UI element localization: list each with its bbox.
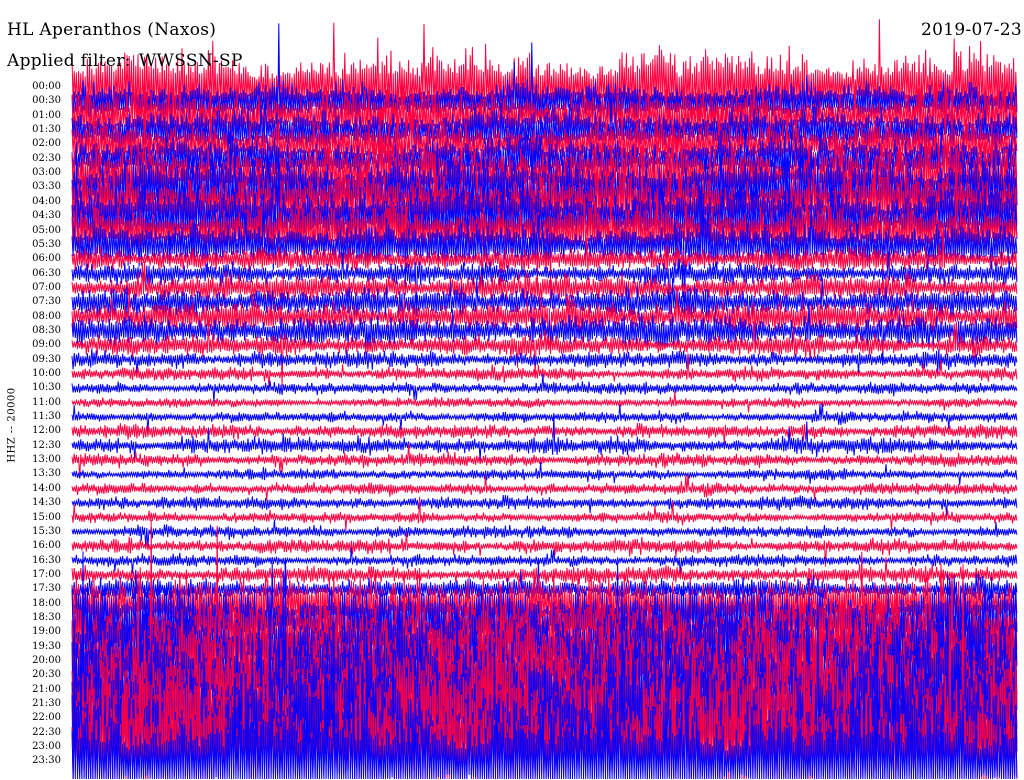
- time-tick-label: 18:30: [32, 611, 61, 623]
- time-tick-label: 20:00: [32, 655, 61, 666]
- time-tick-label: 00:00: [32, 81, 61, 92]
- time-tick-label: 10:30: [32, 382, 61, 394]
- time-tick-label: 13:30: [32, 468, 61, 480]
- time-tick-label: 18:00: [32, 597, 61, 609]
- seismogram-plot: [71, 19, 1018, 780]
- time-tick-label: 14:30: [32, 497, 61, 509]
- time-tick-label: 04:30: [32, 210, 61, 222]
- time-tick-label: 14:00: [32, 482, 61, 494]
- time-tick-label: 05:30: [32, 238, 61, 250]
- trace-line-1330: [71, 461, 1018, 485]
- time-tick-label: 15:30: [32, 525, 61, 537]
- time-tick-label: 13:00: [32, 454, 61, 466]
- time-tick-label: 07:30: [32, 296, 61, 308]
- time-tick-label: 01:30: [32, 124, 61, 136]
- time-tick-label: 07:00: [32, 281, 61, 293]
- time-tick-label: 17:30: [32, 583, 61, 595]
- time-tick-label: 02:30: [32, 152, 61, 164]
- time-tick-label: 19:30: [32, 640, 61, 652]
- time-tick-label: 23:30: [32, 755, 61, 767]
- time-tick-label: 12:30: [32, 439, 61, 451]
- record-date: 2019-07-23: [920, 20, 1022, 40]
- trace-line-1400: [71, 474, 1018, 501]
- trace-line-1430: [71, 495, 1018, 516]
- time-tick-label: 11:30: [32, 411, 61, 423]
- helicorder-view: HL Aperanthos (Naxos) Applied filter: WWS…: [0, 0, 1024, 780]
- time-tick-label: 21:00: [32, 683, 61, 695]
- time-tick-label: 08:00: [32, 310, 61, 322]
- time-tick-label: 08:30: [32, 324, 61, 336]
- time-tick-label: 19:00: [32, 626, 61, 638]
- time-tick-label: 20:30: [32, 669, 61, 681]
- time-tick-label: 06:00: [32, 253, 61, 265]
- time-tick-label: 23:00: [32, 741, 61, 753]
- time-tick-label: 02:00: [32, 138, 61, 150]
- time-tick-label: 04:00: [32, 195, 61, 207]
- time-tick-label: 22:00: [32, 712, 61, 724]
- time-tick-label: 16:30: [32, 554, 61, 566]
- time-axis-labels: 00:00 00:30 01:00 01:30 02:00 02:30 03:00 03:30…: [0, 0, 66, 780]
- time-tick-label: 03:30: [32, 181, 61, 193]
- filter-name: WWSSN-SP: [138, 51, 243, 71]
- time-tick-label: 06:30: [32, 267, 61, 279]
- time-tick-label: 12:00: [32, 425, 61, 437]
- time-tick-label: 10:00: [32, 368, 61, 379]
- time-tick-label: 03:00: [32, 167, 61, 179]
- time-tick-label: 00:30: [32, 95, 61, 107]
- time-tick-label: 11:00: [32, 396, 61, 408]
- time-tick-label: 09:30: [32, 353, 61, 365]
- time-tick-label: 21:30: [32, 698, 61, 710]
- time-tick-label: 16:00: [32, 540, 61, 552]
- time-tick-label: 15:00: [32, 511, 61, 523]
- time-tick-label: 05:00: [32, 224, 61, 236]
- time-tick-label: 22:30: [32, 726, 61, 738]
- time-tick-label: 09:00: [32, 339, 61, 351]
- time-tick-label: 17:00: [32, 568, 61, 580]
- time-tick-label: 01:00: [32, 109, 61, 121]
